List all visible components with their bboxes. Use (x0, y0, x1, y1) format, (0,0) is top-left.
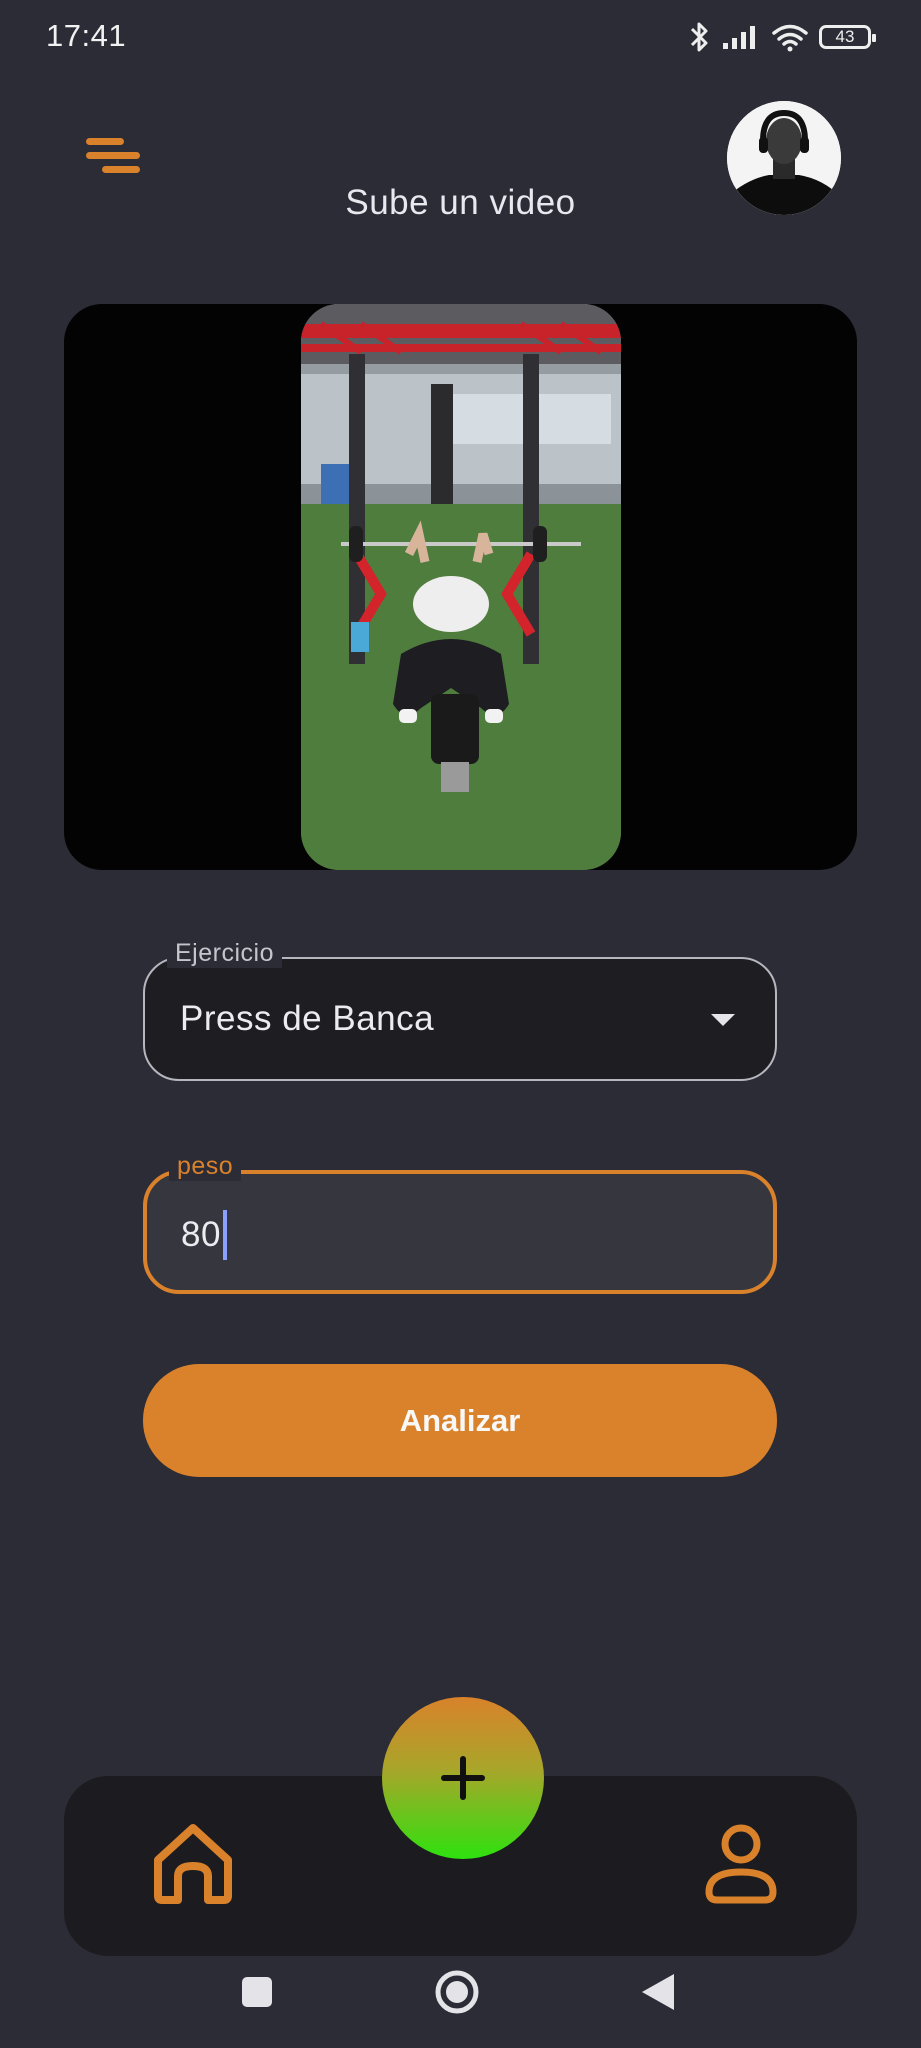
plus-icon (441, 1756, 485, 1800)
home-icon (154, 1824, 232, 1904)
exercise-select[interactable]: Ejercicio Press de Banca (143, 939, 777, 1081)
signal-icon (723, 26, 755, 49)
text-caret (222, 1210, 227, 1260)
menu-icon (86, 138, 124, 145)
back-button[interactable] (640, 1972, 676, 2012)
exercise-value: Press de Banca (180, 999, 435, 1038)
video-thumbnail (301, 304, 621, 870)
nav-profile-button[interactable] (703, 1822, 779, 1906)
recents-button[interactable] (240, 1975, 274, 2009)
status-time: 17:41 (46, 18, 127, 53)
exercise-label: Ejercicio (167, 939, 282, 968)
status-icons: 43 (689, 20, 876, 54)
page-title: Sube un video (345, 183, 576, 222)
weight-label: peso (169, 1152, 242, 1181)
nav-home-button[interactable] (150, 1820, 236, 1906)
weight-input[interactable]: peso 80 (143, 1152, 777, 1294)
home-system-button[interactable] (433, 1968, 481, 2016)
bluetooth-icon (690, 22, 708, 52)
battery-indicator: 43 (819, 25, 876, 49)
analyze-button[interactable]: Analizar (143, 1364, 777, 1477)
user-icon (705, 1824, 777, 1904)
wifi-icon (772, 24, 808, 52)
chevron-down-icon (711, 1014, 735, 1026)
add-video-button[interactable] (382, 1697, 544, 1859)
video-preview[interactable] (64, 304, 857, 870)
menu-button[interactable] (86, 138, 142, 182)
weight-value: 80 (181, 1215, 221, 1254)
